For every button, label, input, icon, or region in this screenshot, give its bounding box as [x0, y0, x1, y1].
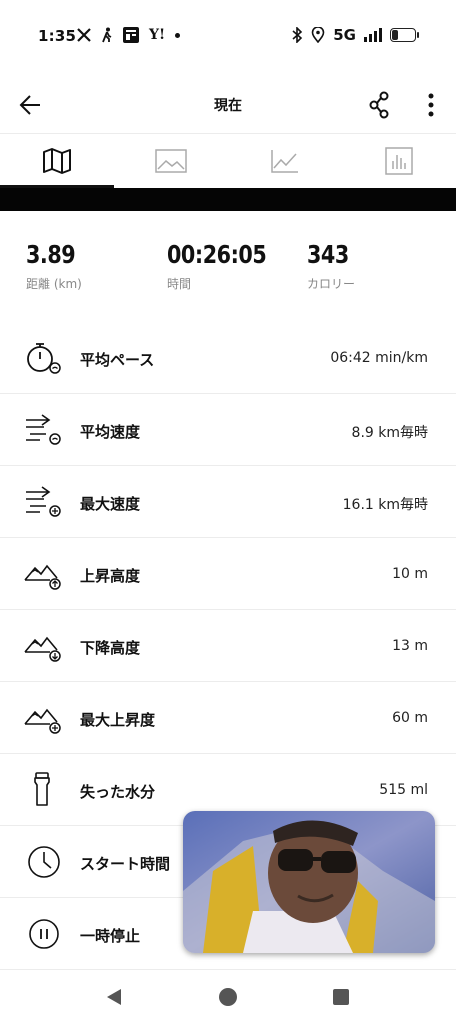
stat-row-descent: 下降高度 13 m: [0, 610, 456, 682]
stat-label: 最大速度: [80, 495, 141, 513]
share-icon[interactable]: [366, 90, 394, 120]
network-type: 5G: [333, 26, 356, 44]
battery-icon: [390, 28, 419, 42]
location-icon: [311, 27, 325, 43]
stat-value: 515 ml: [379, 782, 428, 798]
stat-value: 16.1 km毎時: [342, 497, 428, 513]
pause-icon: [29, 919, 59, 949]
stat-label: スタート時間: [80, 855, 171, 873]
bluetooth-icon: [292, 27, 303, 43]
calories-label: カロリー: [307, 277, 356, 291]
video-frame: [183, 811, 435, 953]
stat-label: 一時停止: [80, 927, 141, 945]
stat-value: 8.9 km毎時: [351, 425, 428, 441]
stat-label: 下降高度: [80, 639, 141, 657]
news-icon: [123, 27, 139, 43]
clock-icon: [28, 846, 60, 878]
tab-charts[interactable]: [228, 134, 342, 188]
more-vert-icon[interactable]: [420, 90, 442, 120]
duration-value: 00:26:05: [167, 240, 267, 269]
stat-label: 平均速度: [80, 423, 141, 441]
status-time: 1:35: [38, 27, 77, 45]
home-circle-icon[interactable]: [218, 987, 238, 1007]
stat-label: 最大上昇度: [80, 711, 156, 729]
water-bottle-icon: [34, 772, 50, 806]
system-nav-bar: [0, 968, 456, 1024]
stat-value: 13 m: [392, 638, 428, 654]
map-icon: [43, 148, 71, 174]
tab-laps[interactable]: [342, 134, 456, 188]
recents-square-icon[interactable]: [332, 988, 350, 1006]
x-icon: [77, 28, 91, 42]
tab-map[interactable]: [0, 134, 114, 188]
image-icon: [155, 149, 187, 173]
max-ascent-icon: [24, 708, 61, 734]
stat-row-max-speed: 最大速度 16.1 km毎時: [0, 466, 456, 538]
tab-photos[interactable]: [114, 134, 228, 188]
system-icons: 5G: [291, 26, 419, 44]
stat-label: 上昇高度: [80, 567, 141, 585]
stat-value: 60 m: [392, 710, 428, 726]
stat-row-avg-speed: 平均速度 8.9 km毎時: [0, 394, 456, 466]
stat-value: 10 m: [392, 566, 428, 582]
line-chart-icon: [271, 150, 298, 173]
signal-icon: [364, 28, 382, 42]
back-triangle-icon[interactable]: [104, 987, 124, 1007]
stat-label: 平均ペース: [80, 351, 155, 369]
distance-value: 3.89: [26, 240, 76, 269]
stat-row-max-ascent: 最大上昇度 60 m: [0, 682, 456, 754]
stat-row-avg-pace: 平均ペース 06:42 min/km: [0, 322, 456, 394]
notification-icons: Y!: [77, 27, 181, 43]
avg-speed-icon: [26, 414, 61, 445]
calories-summary: 343 カロリー: [307, 240, 355, 292]
app-bar: 現在: [0, 76, 456, 134]
dot-icon: [175, 32, 181, 38]
stat-value: 06:42 min/km: [330, 350, 428, 366]
stat-row-ascent: 上昇高度 10 m: [0, 538, 456, 610]
duration-summary: 00:26:05 時間: [167, 240, 275, 292]
calories-value: 343: [307, 240, 349, 269]
duration-label: 時間: [167, 277, 192, 291]
distance-summary: 3.89 距離 (km): [26, 240, 82, 292]
bar-chart-icon: [385, 147, 413, 175]
status-bar: 1:35 Y! 5G: [0, 0, 456, 76]
stopwatch-icon: [27, 343, 61, 374]
max-speed-icon: [26, 486, 61, 517]
person-walk-icon: [102, 27, 112, 43]
tab-bar: [0, 134, 456, 188]
distance-label: 距離 (km): [26, 277, 82, 291]
yahoo-icon: Y!: [149, 27, 166, 43]
ascent-icon: [24, 564, 61, 590]
activity-summary: 3.89 距離 (km) 00:26:05 時間 343 カロリー: [0, 240, 456, 300]
map-preview-strip: [0, 188, 456, 211]
pip-video-overlay[interactable]: [183, 811, 435, 953]
stat-label: 失った水分: [80, 783, 156, 801]
descent-icon: [24, 636, 61, 662]
